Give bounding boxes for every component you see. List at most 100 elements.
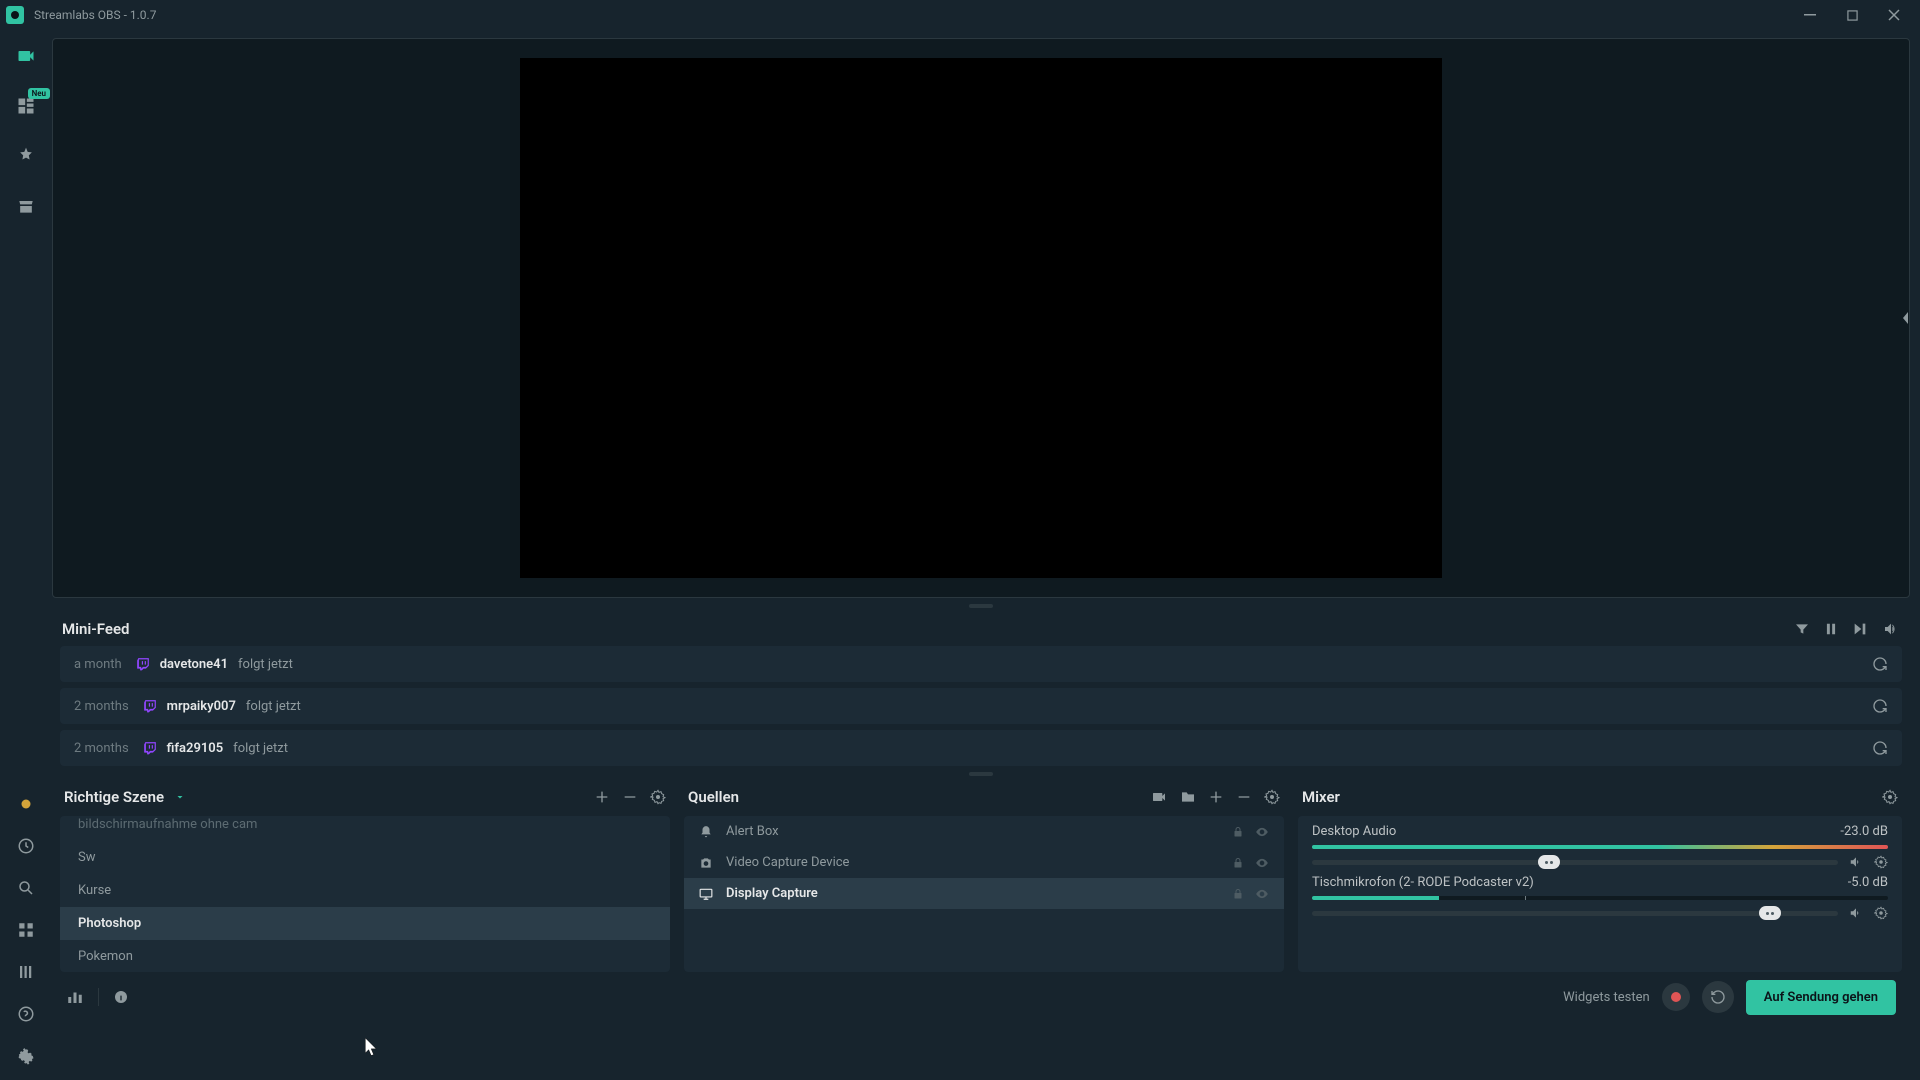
app-title: Streamlabs OBS - 1.0.7: [34, 8, 156, 22]
feed-action: folgt jetzt: [233, 741, 288, 756]
feed-username: davetone41: [160, 657, 228, 672]
nav-settings-icon[interactable]: [14, 1044, 38, 1068]
minimize-button[interactable]: [1790, 1, 1830, 29]
channel-name: Desktop Audio: [1312, 824, 1396, 839]
mute-icon[interactable]: [1848, 906, 1864, 920]
nav-help-icon[interactable]: [14, 1002, 38, 1026]
source-settings-icon[interactable]: [1264, 789, 1280, 805]
scene-item[interactable]: Pokemon: [60, 940, 670, 972]
nav-search-icon[interactable]: [14, 876, 38, 900]
add-scene-icon[interactable]: [594, 789, 610, 805]
source-item[interactable]: Video Capture Device: [684, 847, 1284, 878]
preview-area[interactable]: [52, 38, 1910, 598]
scene-collection-dropdown-icon[interactable]: [174, 791, 186, 803]
scenes-title: Richtige Szene: [64, 788, 164, 806]
new-badge: Neu: [28, 88, 50, 99]
feed-action: folgt jetzt: [238, 657, 293, 672]
mixer-title: Mixer: [1302, 788, 1340, 806]
twitch-icon: [136, 657, 150, 671]
source-item[interactable]: Alert Box: [684, 816, 1284, 847]
feed-time: a month: [74, 657, 122, 672]
feed-pause-icon[interactable]: [1824, 621, 1838, 637]
collapse-right-icon[interactable]: [1901, 310, 1911, 326]
visibility-icon[interactable]: [1254, 887, 1270, 901]
audio-meter: [1312, 845, 1888, 849]
preview-canvas: [520, 58, 1442, 578]
source-label: Video Capture Device: [726, 855, 849, 870]
nav-rail: Neu: [0, 30, 52, 1080]
twitch-icon: [143, 741, 157, 755]
nav-editor-icon[interactable]: [14, 44, 38, 68]
source-label: Alert Box: [726, 824, 779, 839]
scene-item[interactable]: Kurse: [60, 874, 670, 907]
sources-title: Quellen: [688, 788, 739, 806]
remove-source-icon[interactable]: [1236, 789, 1252, 805]
nav-library-icon[interactable]: [14, 960, 38, 984]
divider: [98, 988, 99, 1006]
channel-settings-icon[interactable]: [1874, 855, 1888, 869]
feed-replay-icon[interactable]: [1872, 656, 1888, 672]
lock-icon[interactable]: [1232, 825, 1244, 839]
nav-store-icon[interactable]: [14, 194, 38, 218]
source-transition-icon[interactable]: [1150, 789, 1168, 805]
feed-row: 2 months mrpaiky007 folgt jetzt: [60, 688, 1902, 724]
scene-item[interactable]: Photoshop: [60, 907, 670, 940]
monitor-icon: [698, 887, 714, 901]
mini-feed-title: Mini-Feed: [62, 620, 129, 638]
mixer-settings-icon[interactable]: [1882, 789, 1898, 805]
volume-slider[interactable]: [1312, 911, 1838, 916]
source-item[interactable]: Display Capture: [684, 878, 1284, 909]
resize-handle-2[interactable]: [52, 766, 1910, 782]
remove-scene-icon[interactable]: [622, 789, 638, 805]
maximize-button[interactable]: [1832, 1, 1872, 29]
record-button[interactable]: [1662, 983, 1690, 1011]
resize-handle[interactable]: [52, 598, 1910, 614]
nav-apps-icon[interactable]: [14, 918, 38, 942]
feed-replay-icon[interactable]: [1872, 698, 1888, 714]
twitch-icon: [143, 699, 157, 713]
app-logo-icon: [6, 6, 24, 24]
stats-icon[interactable]: [66, 988, 84, 1006]
scene-item[interactable]: Sw: [60, 841, 670, 874]
nav-layouts-icon[interactable]: Neu: [14, 94, 38, 118]
source-folder-icon[interactable]: [1180, 789, 1196, 805]
add-source-icon[interactable]: [1208, 789, 1224, 805]
source-label: Display Capture: [726, 886, 818, 901]
sources-panel: Quellen Alert Box Video Capture Device: [684, 782, 1284, 972]
replay-buffer-button[interactable]: [1702, 981, 1734, 1013]
go-live-button[interactable]: Auf Sendung gehen: [1746, 980, 1896, 1015]
nav-clock-icon[interactable]: [14, 834, 38, 858]
channel-name: Tischmikrofon (2- RODE Podcaster v2): [1312, 875, 1534, 890]
widget-test-button[interactable]: Widgets testen: [1563, 990, 1650, 1005]
visibility-icon[interactable]: [1254, 856, 1270, 870]
lock-icon[interactable]: [1232, 856, 1244, 870]
bell-icon: [698, 825, 714, 839]
audio-meter: [1312, 896, 1888, 900]
info-icon[interactable]: [113, 989, 129, 1005]
visibility-icon[interactable]: [1254, 825, 1270, 839]
feed-row: a month davetone41 folgt jetzt: [60, 646, 1902, 682]
feed-skip-icon[interactable]: [1852, 621, 1868, 637]
feed-action: folgt jetzt: [246, 699, 301, 714]
feed-volume-icon[interactable]: [1882, 621, 1900, 637]
scene-item[interactable]: bildschirmaufnahme ohne cam: [60, 816, 670, 841]
volume-slider[interactable]: [1312, 860, 1838, 865]
close-button[interactable]: [1874, 1, 1914, 29]
mini-feed-panel: Mini-Feed a month davetone41 folgt jetzt…: [52, 614, 1910, 766]
nav-alert-icon[interactable]: [14, 792, 38, 816]
feed-time: 2 months: [74, 741, 129, 756]
mute-icon[interactable]: [1848, 855, 1864, 869]
channel-settings-icon[interactable]: [1874, 906, 1888, 920]
channel-db: -5.0 dB: [1848, 875, 1888, 890]
feed-username: mrpaiky007: [167, 699, 236, 714]
feed-username: fifa29105: [167, 741, 224, 756]
feed-filter-icon[interactable]: [1794, 621, 1810, 637]
scene-settings-icon[interactable]: [650, 789, 666, 805]
scenes-panel: Richtige Szene bildschirmaufnahme ohne c…: [60, 782, 670, 972]
feed-replay-icon[interactable]: [1872, 740, 1888, 756]
nav-themes-icon[interactable]: [14, 144, 38, 168]
feed-row: 2 months fifa29105 folgt jetzt: [60, 730, 1902, 766]
lock-icon[interactable]: [1232, 887, 1244, 901]
channel-db: -23.0 dB: [1840, 824, 1888, 839]
mixer-panel: Mixer Desktop Audio -23.0 dB Tischmikrof…: [1298, 782, 1902, 972]
